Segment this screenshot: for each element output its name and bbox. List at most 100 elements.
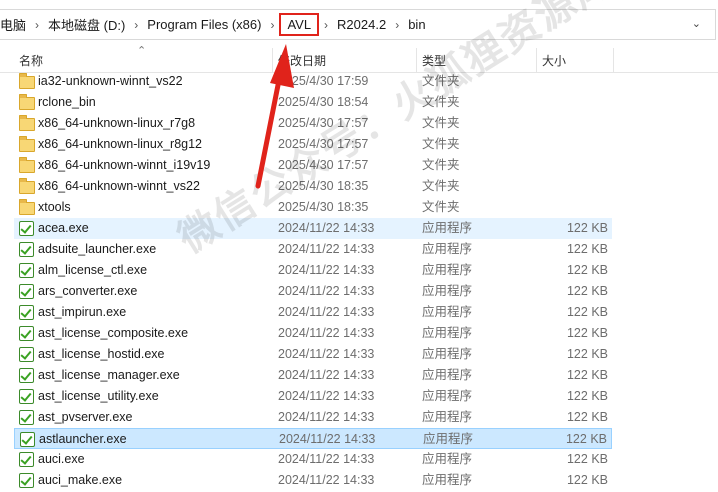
file-modified-date: 2024/11/22 14:33 bbox=[278, 284, 375, 298]
file-row[interactable]: alm_license_ctl.exe 2024/11/22 14:33 应用程序 1… bbox=[14, 260, 612, 281]
file-type: 应用程序 bbox=[422, 284, 473, 298]
application-exe-icon bbox=[19, 263, 34, 278]
breadcrumb-separator-icon[interactable]: › bbox=[134, 18, 138, 32]
file-name: acea.exe bbox=[38, 221, 89, 235]
application-exe-icon bbox=[19, 305, 34, 320]
column-header-size[interactable]: 大小 bbox=[537, 45, 613, 73]
file-name: auci_make.exe bbox=[38, 473, 123, 487]
breadcrumb[interactable]: 电脑 › 本地磁盘 (D:) › Program Files (x86) › A… bbox=[0, 9, 716, 40]
file-row[interactable]: x86_64-unknown-linux_r8g12 2025/4/30 17:5… bbox=[14, 134, 612, 155]
breadcrumb-separator-icon[interactable]: › bbox=[324, 18, 328, 32]
file-modified-date: 2024/11/22 14:33 bbox=[278, 242, 375, 256]
chevron-down-icon[interactable]: ⌄ bbox=[692, 17, 701, 30]
file-size: 122 KB bbox=[566, 326, 608, 340]
file-type: 应用程序 bbox=[422, 221, 473, 235]
file-row[interactable]: ast_license_manager.exe 2024/11/22 14:33 应… bbox=[14, 365, 612, 386]
column-header-type[interactable]: 类型 bbox=[417, 45, 536, 73]
file-name: x86_64-unknown-linux_r8g12 bbox=[38, 137, 203, 151]
file-size: 122 KB bbox=[565, 432, 607, 446]
file-type: 应用程序 bbox=[422, 389, 473, 403]
file-size: 122 KB bbox=[566, 389, 608, 403]
file-row[interactable]: x86_64-unknown-winnt_vs22 2025/4/30 18:35… bbox=[14, 176, 612, 197]
application-exe-icon bbox=[20, 432, 35, 447]
file-name: ast_license_manager.exe bbox=[38, 368, 180, 382]
column-header-name[interactable]: 名称 bbox=[14, 45, 272, 73]
folder-icon bbox=[19, 199, 35, 215]
application-exe-icon bbox=[19, 221, 34, 236]
folder-icon bbox=[19, 136, 35, 152]
file-modified-date: 2025/4/30 17:57 bbox=[278, 116, 369, 130]
file-name: x86_64-unknown-linux_r7g8 bbox=[38, 116, 196, 130]
folder-icon bbox=[19, 73, 35, 89]
breadcrumb-separator-icon[interactable]: › bbox=[35, 18, 39, 32]
breadcrumb-item-drive-d[interactable]: 本地磁盘 (D:) bbox=[48, 15, 125, 34]
file-modified-date: 2024/11/22 14:33 bbox=[278, 347, 375, 361]
file-type: 应用程序 bbox=[422, 305, 473, 319]
file-modified-date: 2024/11/22 14:33 bbox=[278, 410, 375, 424]
file-size: 122 KB bbox=[566, 305, 608, 319]
file-row[interactable]: auci_make.exe 2024/11/22 14:33 应用程序 122 KB bbox=[14, 470, 612, 491]
file-modified-date: 2024/11/22 14:33 bbox=[278, 263, 375, 277]
column-header-row: ⌃ 名称 修改日期 类型 大小 bbox=[0, 45, 718, 73]
application-exe-icon bbox=[19, 347, 34, 362]
file-modified-date: 2025/4/30 18:54 bbox=[278, 95, 369, 109]
file-row[interactable]: ast_impirun.exe 2024/11/22 14:33 应用程序 122 K… bbox=[14, 302, 612, 323]
file-type: 应用程序 bbox=[422, 326, 473, 340]
file-modified-date: 2024/11/22 14:33 bbox=[278, 452, 375, 466]
file-type: 应用程序 bbox=[422, 452, 473, 466]
column-header-date[interactable]: 修改日期 bbox=[273, 45, 416, 73]
file-modified-date: 2024/11/22 14:33 bbox=[278, 368, 375, 382]
file-type: 文件夹 bbox=[422, 200, 460, 214]
file-row[interactable]: auci.exe 2024/11/22 14:33 应用程序 122 KB bbox=[14, 449, 612, 470]
file-type: 应用程序 bbox=[423, 432, 474, 446]
breadcrumb-item-bin[interactable]: bin bbox=[408, 17, 425, 32]
file-name: ast_license_utility.exe bbox=[38, 389, 159, 403]
file-type: 文件夹 bbox=[422, 158, 460, 172]
file-type: 应用程序 bbox=[422, 263, 473, 277]
file-row[interactable]: ast_pvserver.exe 2024/11/22 14:33 应用程序 122 … bbox=[14, 407, 612, 428]
breadcrumb-separator-icon[interactable]: › bbox=[270, 18, 274, 32]
application-exe-icon bbox=[19, 242, 34, 257]
file-row[interactable]: adsuite_launcher.exe 2024/11/22 14:33 应用程序… bbox=[14, 239, 612, 260]
file-row[interactable]: ast_license_composite.exe 2024/11/22 14:3… bbox=[14, 323, 612, 344]
file-type: 文件夹 bbox=[422, 74, 460, 88]
file-row[interactable]: x86_64-unknown-winnt_i19v19 2025/4/30 17:… bbox=[14, 155, 612, 176]
file-size: 122 KB bbox=[566, 284, 608, 298]
file-row[interactable]: ia32-unknown-winnt_vs22 2025/4/30 17:59 文件… bbox=[14, 71, 612, 92]
file-modified-date: 2024/11/22 14:33 bbox=[278, 473, 375, 487]
breadcrumb-item-program-files[interactable]: Program Files (x86) bbox=[147, 17, 261, 32]
file-modified-date: 2025/4/30 18:35 bbox=[278, 200, 369, 214]
file-type: 文件夹 bbox=[422, 95, 460, 109]
application-exe-icon bbox=[19, 284, 34, 299]
file-row[interactable]: astlauncher.exe 2024/11/22 14:33 应用程序 122 K… bbox=[14, 428, 612, 449]
file-type: 文件夹 bbox=[422, 116, 460, 130]
application-exe-icon bbox=[19, 473, 34, 488]
breadcrumb-item-avl[interactable]: AVL bbox=[279, 13, 320, 36]
file-name: ast_pvserver.exe bbox=[38, 410, 133, 424]
file-type: 文件夹 bbox=[422, 179, 460, 193]
file-row[interactable]: x86_64-unknown-linux_r7g8 2025/4/30 17:57… bbox=[14, 113, 612, 134]
file-row[interactable]: ars_converter.exe 2024/11/22 14:33 应用程序 122… bbox=[14, 281, 612, 302]
file-row[interactable]: xtools 2025/4/30 18:35 文件夹 bbox=[14, 197, 612, 218]
breadcrumb-item-computer[interactable]: 电脑 bbox=[0, 15, 26, 34]
file-row[interactable]: ast_license_hostid.exe 2024/11/22 14:33 应用… bbox=[14, 344, 612, 365]
file-row[interactable]: acea.exe 2024/11/22 14:33 应用程序 122 KB bbox=[14, 218, 612, 239]
file-name: ast_impirun.exe bbox=[38, 305, 127, 319]
file-row[interactable]: ast_license_utility.exe 2024/11/22 14:33 应… bbox=[14, 386, 612, 407]
breadcrumb-item-r2024-2[interactable]: R2024.2 bbox=[337, 17, 386, 32]
file-name: alm_license_ctl.exe bbox=[38, 263, 148, 277]
file-size: 122 KB bbox=[566, 368, 608, 382]
breadcrumb-separator-icon[interactable]: › bbox=[395, 18, 399, 32]
file-name: ia32-unknown-winnt_vs22 bbox=[38, 74, 183, 88]
file-type: 应用程序 bbox=[422, 473, 473, 487]
file-name: xtools bbox=[38, 200, 71, 214]
address-bar: 电脑 › 本地磁盘 (D:) › Program Files (x86) › A… bbox=[0, 0, 718, 45]
file-name: adsuite_launcher.exe bbox=[38, 242, 157, 256]
file-name: ast_license_composite.exe bbox=[38, 326, 189, 340]
file-name: ast_license_hostid.exe bbox=[38, 347, 165, 361]
file-modified-date: 2024/11/22 14:33 bbox=[278, 326, 375, 340]
column-divider[interactable] bbox=[613, 48, 614, 72]
folder-icon bbox=[19, 94, 35, 110]
file-size: 122 KB bbox=[566, 452, 608, 466]
file-row[interactable]: rclone_bin 2025/4/30 18:54 文件夹 bbox=[14, 92, 612, 113]
